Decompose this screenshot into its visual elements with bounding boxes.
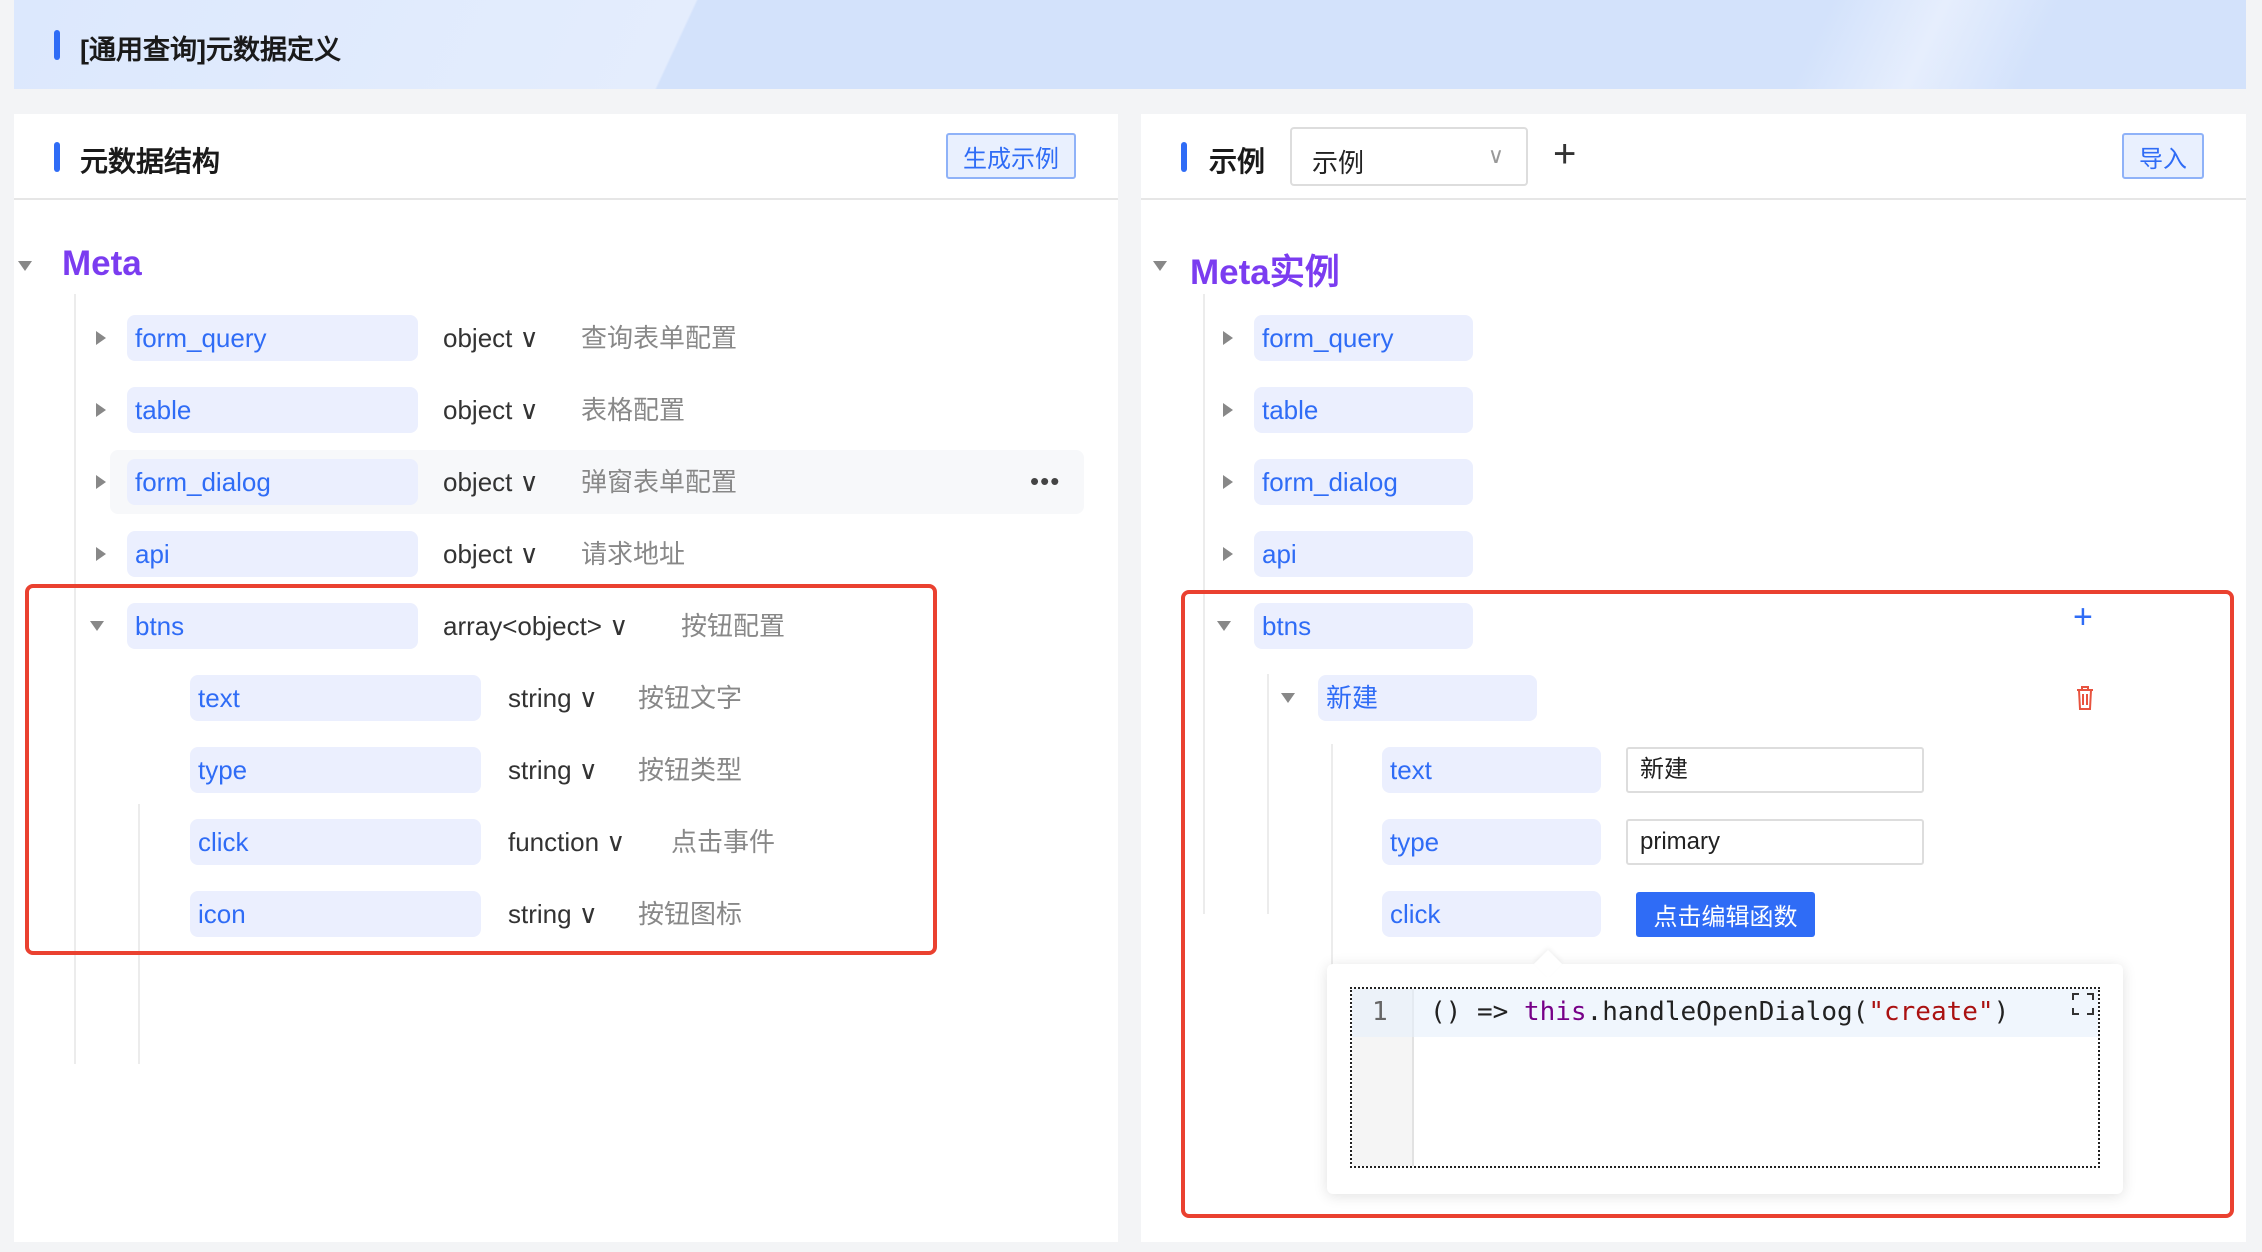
edit-function-button[interactable]: 点击编辑函数 bbox=[1636, 892, 1815, 937]
expand-icon[interactable] bbox=[1223, 547, 1233, 561]
title-accent bbox=[54, 142, 60, 172]
text-value-input[interactable]: 新建 bbox=[1626, 747, 1924, 793]
generate-example-button[interactable]: 生成示例 bbox=[946, 133, 1076, 179]
expand-icon[interactable] bbox=[1223, 331, 1233, 345]
type-select[interactable]: array<object> ∨ bbox=[443, 603, 628, 649]
type-value: array<object> bbox=[443, 611, 602, 641]
expand-icon[interactable] bbox=[96, 331, 106, 345]
field-desc[interactable]: 表格配置 bbox=[581, 387, 685, 433]
expand-icon[interactable] bbox=[1223, 475, 1233, 489]
type-value: string bbox=[508, 755, 572, 785]
type-select[interactable]: string ∨ bbox=[508, 675, 598, 721]
code-token: ) bbox=[1993, 997, 2010, 1027]
field-desc[interactable]: 按钮文字 bbox=[638, 675, 742, 721]
field-key[interactable]: type bbox=[1382, 819, 1601, 865]
field-key[interactable]: form_query bbox=[127, 315, 418, 361]
field-desc[interactable]: 按钮类型 bbox=[638, 747, 742, 793]
code-editor[interactable]: 1 () => this.handleOpenDialog("create") bbox=[1350, 987, 2100, 1168]
type-select[interactable]: object ∨ bbox=[443, 387, 539, 433]
type-value: object bbox=[443, 323, 513, 353]
instance-key[interactable]: btns bbox=[1254, 603, 1473, 649]
panel-header: 元数据结构 生成示例 bbox=[14, 114, 1118, 200]
title-accent bbox=[1181, 142, 1187, 172]
title-accent bbox=[54, 30, 60, 60]
page-header: [通用查询]元数据定义 bbox=[14, 0, 2246, 89]
expand-icon[interactable] bbox=[96, 403, 106, 417]
panel-title: 示例 bbox=[1209, 146, 1266, 177]
item-key[interactable]: 新建 bbox=[1318, 675, 1537, 721]
type-value: object bbox=[443, 467, 513, 497]
type-value: object bbox=[443, 395, 513, 425]
select-value: 示例 bbox=[1312, 148, 1365, 178]
trash-icon[interactable] bbox=[2075, 685, 2095, 711]
code-token: .handleOpenDialog( bbox=[1586, 997, 1869, 1027]
root-node: Meta bbox=[62, 244, 142, 283]
panel-title: 元数据结构 bbox=[80, 146, 221, 177]
instance-key[interactable]: form_dialog bbox=[1254, 459, 1473, 505]
field-desc[interactable]: 按钮图标 bbox=[638, 891, 742, 937]
expand-icon[interactable] bbox=[96, 475, 106, 489]
code-token: () => bbox=[1430, 997, 1509, 1027]
type-select[interactable]: string ∨ bbox=[508, 747, 598, 793]
type-select[interactable]: object ∨ bbox=[443, 531, 539, 577]
fullscreen-icon[interactable] bbox=[2072, 993, 2094, 1015]
import-button[interactable]: 导入 bbox=[2122, 133, 2204, 179]
field-key[interactable]: btns bbox=[127, 603, 418, 649]
type-select[interactable]: function ∨ bbox=[508, 819, 625, 865]
field-key[interactable]: form_dialog bbox=[127, 459, 418, 505]
line-number: 1 bbox=[1372, 997, 1388, 1027]
panel-header: 示例 示例 ∨ + 导入 bbox=[1141, 114, 2246, 200]
root-node: Meta实例 bbox=[1190, 253, 1340, 292]
field-key[interactable]: table bbox=[127, 387, 418, 433]
collapse-icon[interactable] bbox=[1217, 621, 1231, 631]
type-value: object bbox=[443, 539, 513, 569]
collapse-icon[interactable] bbox=[90, 621, 104, 631]
page-title: [通用查询]元数据定义 bbox=[80, 35, 341, 65]
add-item-icon[interactable]: + bbox=[2073, 598, 2093, 637]
ellipsis-icon[interactable]: ••• bbox=[1030, 466, 1060, 497]
code-string: "create" bbox=[1868, 997, 1994, 1027]
field-key[interactable]: click bbox=[1382, 891, 1601, 937]
field-key[interactable]: text bbox=[1382, 747, 1601, 793]
example-select[interactable]: 示例 ∨ bbox=[1290, 127, 1528, 186]
code-keyword: this bbox=[1523, 997, 1587, 1027]
expand-icon[interactable] bbox=[96, 547, 106, 561]
type-select[interactable]: object ∨ bbox=[443, 459, 539, 505]
field-desc[interactable]: 按钮配置 bbox=[681, 603, 785, 649]
collapse-icon[interactable] bbox=[1153, 261, 1167, 271]
type-value: string bbox=[508, 683, 572, 713]
code-line: () => this.handleOpenDialog("create") bbox=[1430, 997, 2009, 1027]
field-desc[interactable]: 点击事件 bbox=[671, 819, 775, 865]
field-desc[interactable]: 弹窗表单配置 bbox=[581, 459, 737, 505]
function-editor-popover: 1 () => this.handleOpenDialog("create") bbox=[1327, 949, 2123, 1194]
field-key[interactable]: type bbox=[190, 747, 481, 793]
instance-key[interactable]: form_query bbox=[1254, 315, 1473, 361]
collapse-icon[interactable] bbox=[1281, 693, 1295, 703]
field-key[interactable]: icon bbox=[190, 891, 481, 937]
collapse-icon[interactable] bbox=[18, 261, 32, 271]
instance-key[interactable]: table bbox=[1254, 387, 1473, 433]
type-value: string bbox=[508, 899, 572, 929]
type-value-input[interactable]: primary bbox=[1626, 819, 1924, 865]
expand-icon[interactable] bbox=[1223, 403, 1233, 417]
field-key[interactable]: api bbox=[127, 531, 418, 577]
field-key[interactable]: text bbox=[190, 675, 481, 721]
chevron-down-icon: ∨ bbox=[1487, 143, 1504, 168]
type-select[interactable]: object ∨ bbox=[443, 315, 539, 361]
field-key[interactable]: click bbox=[190, 819, 481, 865]
metadata-structure-panel: 元数据结构 生成示例 Meta ••• form_query object ∨ … bbox=[14, 114, 1118, 1242]
add-example-button[interactable]: + bbox=[1553, 132, 1576, 177]
field-desc[interactable]: 查询表单配置 bbox=[581, 315, 737, 361]
field-desc[interactable]: 请求地址 bbox=[581, 531, 685, 577]
type-value: function bbox=[508, 827, 600, 857]
instance-key[interactable]: api bbox=[1254, 531, 1473, 577]
type-select[interactable]: string ∨ bbox=[508, 891, 598, 937]
example-panel: 示例 示例 ∨ + 导入 Meta实例 form_query table for… bbox=[1141, 114, 2246, 1242]
